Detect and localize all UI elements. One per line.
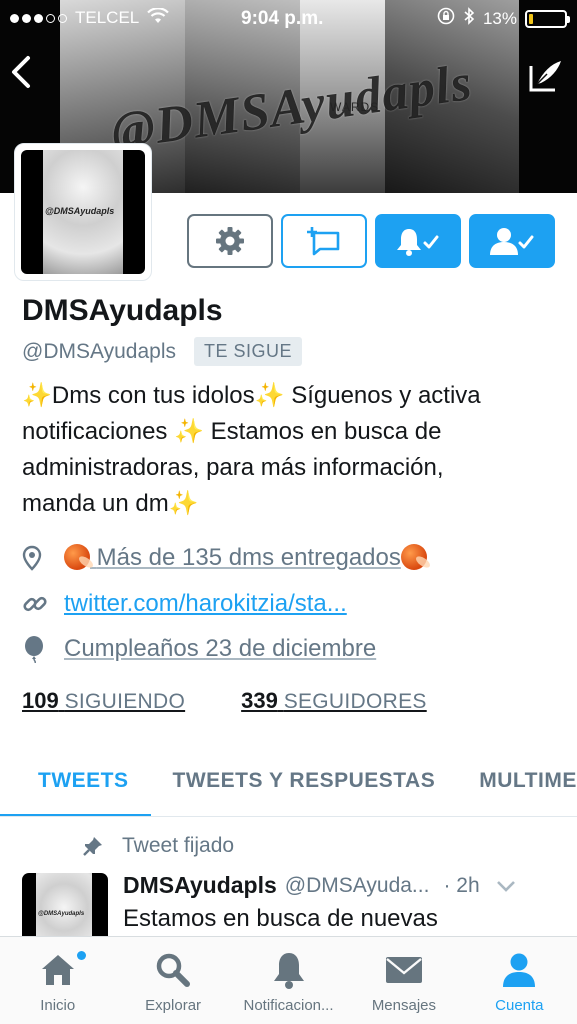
person-icon <box>503 953 536 987</box>
chevron-down-icon <box>496 880 515 892</box>
tab-bar-home[interactable]: Inicio <box>0 937 115 1024</box>
status-time: 9:04 p.m. <box>241 8 324 29</box>
tab-tweets-replies[interactable]: TWEETS Y RESPUESTAS <box>151 745 458 816</box>
tweet-author-name[interactable]: DMSAyudapls <box>123 872 277 899</box>
new-content-dot <box>77 951 86 960</box>
gear-icon <box>216 227 244 255</box>
profile-avatar[interactable]: @DMSAyudapls <box>14 143 152 281</box>
following-count-link[interactable]: 109 SIGUIENDO <box>22 688 185 714</box>
tweet-author-handle: @DMSAyuda... <box>284 873 430 897</box>
following-button[interactable] <box>469 214 555 268</box>
bio-text: Síguenos y activa <box>291 382 481 409</box>
tab-bar-label: Inicio <box>40 997 76 1014</box>
tab-bar-explore[interactable]: Explorar <box>115 937 230 1024</box>
followers-label: SEGUIDORES <box>283 690 427 713</box>
tab-bar-label: Explorar <box>145 997 202 1014</box>
back-button[interactable] <box>8 52 42 96</box>
status-bar: TELCEL 9:04 p.m. 13% <box>0 0 577 36</box>
chevron-left-icon <box>12 56 30 88</box>
following-count: 109 <box>22 688 59 713</box>
tweet-header: DMSAyudapls @DMSAyuda... · 2h <box>123 872 563 899</box>
tab-bar-label: Notificacion... <box>243 997 334 1014</box>
followers-count: 339 <box>241 688 278 713</box>
basketball-emoji-icon <box>64 544 90 570</box>
carrier-name: TELCEL <box>75 8 140 27</box>
profile-bio[interactable]: ✨Dms con tus idolos✨ Síguenos y activa n… <box>22 378 562 522</box>
tab-bar-label: Cuenta <box>495 997 544 1014</box>
pinned-text: Tweet fijado <box>122 834 235 857</box>
follows-you-badge: TE SIGUE <box>194 337 303 366</box>
followers-count-link[interactable]: 339 SEGUIDORES <box>241 688 427 714</box>
compose-tweet-button[interactable] <box>525 56 565 96</box>
tweet-avatar-text: @DMSAyudapls <box>38 911 85 917</box>
link-icon <box>23 596 47 612</box>
profile-birthday: Cumpleaños 23 de diciembre <box>22 635 562 663</box>
profile-tabs: TWEETS TWEETS Y RESPUESTAS MULTIMEDIA <box>0 745 577 817</box>
sparkles-icon: ✨ <box>168 490 199 517</box>
bell-icon <box>273 953 304 989</box>
message-plus-icon <box>307 227 340 256</box>
person-check-icon <box>490 228 534 255</box>
following-label: SIGUIENDO <box>64 690 186 713</box>
bluetooth-icon <box>463 7 475 30</box>
location-pin-icon <box>22 545 42 571</box>
bio-text: administradoras, para más información, <box>22 454 444 481</box>
location-text: Más de 135 dms entregados <box>96 544 401 571</box>
website-link[interactable]: twitter.com/harokitzia/sta... <box>64 590 347 618</box>
tweet-timestamp: · 2h <box>443 873 480 897</box>
profile-name: DMSAyudapls <box>22 294 223 327</box>
sparkles-icon: ✨ <box>254 382 285 409</box>
settings-button[interactable] <box>187 214 273 268</box>
profile-handle: @DMSAyudapls <box>22 339 176 363</box>
pinned-label: Tweet fijado <box>82 834 234 858</box>
notifications-toggle-button[interactable] <box>375 214 461 268</box>
home-icon <box>41 955 74 985</box>
battery-icon <box>525 9 570 28</box>
bell-check-icon <box>397 229 439 256</box>
orientation-lock-icon <box>437 7 455 30</box>
tab-bar-messages[interactable]: Mensajes <box>346 937 461 1024</box>
pin-icon <box>83 837 102 856</box>
envelope-icon <box>385 957 422 983</box>
wifi-icon <box>147 6 170 29</box>
tab-bar-label: Mensajes <box>371 997 437 1014</box>
add-to-list-button[interactable] <box>281 214 367 268</box>
profile-location[interactable]: Más de 135 dms entregados <box>22 544 562 572</box>
sparkles-icon: ✨ <box>22 382 52 409</box>
tweet-text: Estamos en busca de nuevas <box>123 905 438 932</box>
tab-bar-account[interactable]: Cuenta <box>462 937 577 1024</box>
quill-icon <box>529 61 561 92</box>
avatar-text: @DMSAyudapls <box>45 206 115 216</box>
bottom-tab-bar: Inicio Explorar Notificacion... Mensajes… <box>0 936 577 1024</box>
tab-bar-notifications[interactable]: Notificacion... <box>231 937 346 1024</box>
tab-tweets[interactable]: TWEETS <box>0 745 151 816</box>
profile-stats: 109 SIGUIENDO 339 SEGUIDORES <box>22 688 427 714</box>
tweet-menu-button[interactable] <box>496 873 516 899</box>
signal-strength-icon <box>10 13 67 23</box>
bio-text: Estamos en busca de <box>210 418 442 445</box>
sparkles-icon: ✨ <box>174 418 204 445</box>
basketball-emoji-icon <box>400 544 427 570</box>
battery-percent: 13% <box>482 8 517 28</box>
bio-text: Dms con tus idolos <box>51 382 255 409</box>
balloon-icon <box>25 636 43 663</box>
profile-website[interactable]: twitter.com/harokitzia/sta... <box>22 590 562 618</box>
search-icon <box>156 953 191 987</box>
birthday-text: Cumpleaños 23 de diciembre <box>64 635 377 662</box>
bio-text: manda un dm <box>22 490 169 517</box>
profile-actions <box>187 214 555 268</box>
handle-row: @DMSAyudapls TE SIGUE <box>22 337 303 366</box>
bio-text: notificaciones <box>22 418 175 445</box>
tab-media[interactable]: MULTIMEDIA <box>457 745 577 816</box>
